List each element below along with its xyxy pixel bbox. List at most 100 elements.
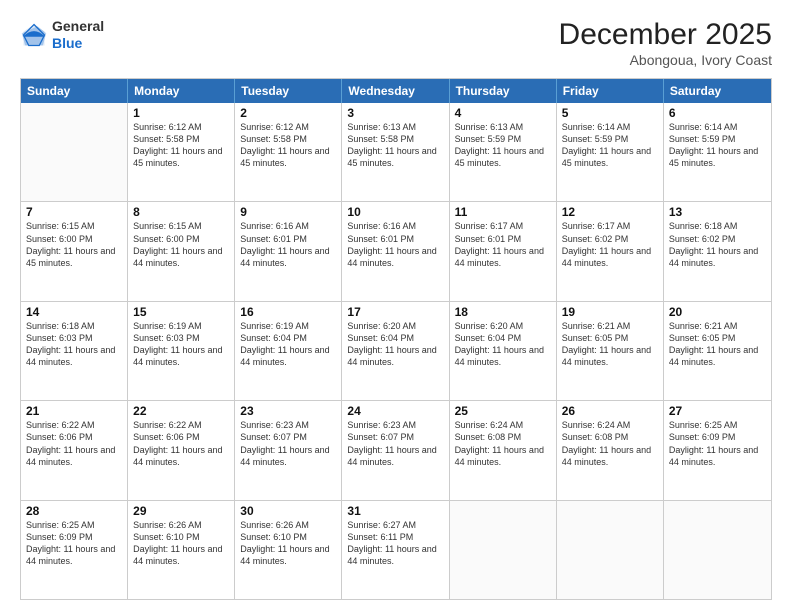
day-header-monday: Monday bbox=[128, 79, 235, 103]
cal-cell-0-5: 5Sunrise: 6:14 AM Sunset: 5:59 PM Daylig… bbox=[557, 103, 664, 201]
cal-cell-3-0: 21Sunrise: 6:22 AM Sunset: 6:06 PM Dayli… bbox=[21, 401, 128, 499]
cell-info: Sunrise: 6:21 AM Sunset: 6:05 PM Dayligh… bbox=[669, 320, 766, 369]
cell-info: Sunrise: 6:17 AM Sunset: 6:02 PM Dayligh… bbox=[562, 220, 658, 269]
cal-cell-4-0: 28Sunrise: 6:25 AM Sunset: 6:09 PM Dayli… bbox=[21, 501, 128, 599]
cal-cell-2-4: 18Sunrise: 6:20 AM Sunset: 6:04 PM Dayli… bbox=[450, 302, 557, 400]
day-number: 19 bbox=[562, 305, 658, 319]
cell-info: Sunrise: 6:23 AM Sunset: 6:07 PM Dayligh… bbox=[347, 419, 443, 468]
day-number: 7 bbox=[26, 205, 122, 219]
cell-info: Sunrise: 6:16 AM Sunset: 6:01 PM Dayligh… bbox=[240, 220, 336, 269]
page: General Blue December 2025 Abongoua, Ivo… bbox=[0, 0, 792, 612]
cell-info: Sunrise: 6:16 AM Sunset: 6:01 PM Dayligh… bbox=[347, 220, 443, 269]
cell-info: Sunrise: 6:25 AM Sunset: 6:09 PM Dayligh… bbox=[26, 519, 122, 568]
cal-cell-0-3: 3Sunrise: 6:13 AM Sunset: 5:58 PM Daylig… bbox=[342, 103, 449, 201]
day-number: 26 bbox=[562, 404, 658, 418]
cal-cell-1-0: 7Sunrise: 6:15 AM Sunset: 6:00 PM Daylig… bbox=[21, 202, 128, 300]
cell-info: Sunrise: 6:24 AM Sunset: 6:08 PM Dayligh… bbox=[562, 419, 658, 468]
cal-cell-3-5: 26Sunrise: 6:24 AM Sunset: 6:08 PM Dayli… bbox=[557, 401, 664, 499]
cal-cell-2-0: 14Sunrise: 6:18 AM Sunset: 6:03 PM Dayli… bbox=[21, 302, 128, 400]
cell-info: Sunrise: 6:14 AM Sunset: 5:59 PM Dayligh… bbox=[562, 121, 658, 170]
cell-info: Sunrise: 6:26 AM Sunset: 6:10 PM Dayligh… bbox=[240, 519, 336, 568]
calendar: Sunday Monday Tuesday Wednesday Thursday… bbox=[20, 78, 772, 600]
cell-info: Sunrise: 6:26 AM Sunset: 6:10 PM Dayligh… bbox=[133, 519, 229, 568]
cal-cell-3-6: 27Sunrise: 6:25 AM Sunset: 6:09 PM Dayli… bbox=[664, 401, 771, 499]
calendar-row-2: 14Sunrise: 6:18 AM Sunset: 6:03 PM Dayli… bbox=[21, 301, 771, 400]
logo-text: General Blue bbox=[52, 18, 104, 52]
cal-cell-4-3: 31Sunrise: 6:27 AM Sunset: 6:11 PM Dayli… bbox=[342, 501, 449, 599]
cal-cell-2-3: 17Sunrise: 6:20 AM Sunset: 6:04 PM Dayli… bbox=[342, 302, 449, 400]
day-number: 27 bbox=[669, 404, 766, 418]
header: General Blue December 2025 Abongoua, Ivo… bbox=[20, 18, 772, 68]
day-number: 16 bbox=[240, 305, 336, 319]
cell-info: Sunrise: 6:25 AM Sunset: 6:09 PM Dayligh… bbox=[669, 419, 766, 468]
cal-cell-3-2: 23Sunrise: 6:23 AM Sunset: 6:07 PM Dayli… bbox=[235, 401, 342, 499]
cal-cell-0-0 bbox=[21, 103, 128, 201]
cell-info: Sunrise: 6:22 AM Sunset: 6:06 PM Dayligh… bbox=[26, 419, 122, 468]
cal-cell-0-1: 1Sunrise: 6:12 AM Sunset: 5:58 PM Daylig… bbox=[128, 103, 235, 201]
day-header-friday: Friday bbox=[557, 79, 664, 103]
cal-cell-2-6: 20Sunrise: 6:21 AM Sunset: 6:05 PM Dayli… bbox=[664, 302, 771, 400]
cell-info: Sunrise: 6:18 AM Sunset: 6:02 PM Dayligh… bbox=[669, 220, 766, 269]
calendar-header: Sunday Monday Tuesday Wednesday Thursday… bbox=[21, 79, 771, 103]
cell-info: Sunrise: 6:14 AM Sunset: 5:59 PM Dayligh… bbox=[669, 121, 766, 170]
day-number: 5 bbox=[562, 106, 658, 120]
day-number: 22 bbox=[133, 404, 229, 418]
day-number: 3 bbox=[347, 106, 443, 120]
cal-cell-3-3: 24Sunrise: 6:23 AM Sunset: 6:07 PM Dayli… bbox=[342, 401, 449, 499]
cal-cell-1-2: 9Sunrise: 6:16 AM Sunset: 6:01 PM Daylig… bbox=[235, 202, 342, 300]
logo-icon bbox=[20, 21, 48, 49]
day-header-tuesday: Tuesday bbox=[235, 79, 342, 103]
cal-cell-0-2: 2Sunrise: 6:12 AM Sunset: 5:58 PM Daylig… bbox=[235, 103, 342, 201]
cell-info: Sunrise: 6:13 AM Sunset: 5:58 PM Dayligh… bbox=[347, 121, 443, 170]
cell-info: Sunrise: 6:19 AM Sunset: 6:03 PM Dayligh… bbox=[133, 320, 229, 369]
cell-info: Sunrise: 6:13 AM Sunset: 5:59 PM Dayligh… bbox=[455, 121, 551, 170]
calendar-row-1: 7Sunrise: 6:15 AM Sunset: 6:00 PM Daylig… bbox=[21, 201, 771, 300]
day-number: 18 bbox=[455, 305, 551, 319]
day-number: 24 bbox=[347, 404, 443, 418]
day-number: 29 bbox=[133, 504, 229, 518]
title-block: December 2025 Abongoua, Ivory Coast bbox=[559, 18, 772, 68]
cell-info: Sunrise: 6:23 AM Sunset: 6:07 PM Dayligh… bbox=[240, 419, 336, 468]
day-number: 15 bbox=[133, 305, 229, 319]
logo-blue: Blue bbox=[52, 35, 104, 52]
day-number: 6 bbox=[669, 106, 766, 120]
cell-info: Sunrise: 6:27 AM Sunset: 6:11 PM Dayligh… bbox=[347, 519, 443, 568]
day-number: 11 bbox=[455, 205, 551, 219]
cal-cell-1-3: 10Sunrise: 6:16 AM Sunset: 6:01 PM Dayli… bbox=[342, 202, 449, 300]
day-number: 8 bbox=[133, 205, 229, 219]
logo-general: General bbox=[52, 18, 104, 35]
cal-cell-4-4 bbox=[450, 501, 557, 599]
day-number: 21 bbox=[26, 404, 122, 418]
cal-cell-4-1: 29Sunrise: 6:26 AM Sunset: 6:10 PM Dayli… bbox=[128, 501, 235, 599]
day-number: 30 bbox=[240, 504, 336, 518]
day-number: 28 bbox=[26, 504, 122, 518]
day-number: 23 bbox=[240, 404, 336, 418]
cell-info: Sunrise: 6:15 AM Sunset: 6:00 PM Dayligh… bbox=[26, 220, 122, 269]
cell-info: Sunrise: 6:20 AM Sunset: 6:04 PM Dayligh… bbox=[347, 320, 443, 369]
calendar-row-4: 28Sunrise: 6:25 AM Sunset: 6:09 PM Dayli… bbox=[21, 500, 771, 599]
cal-cell-2-5: 19Sunrise: 6:21 AM Sunset: 6:05 PM Dayli… bbox=[557, 302, 664, 400]
cal-cell-1-6: 13Sunrise: 6:18 AM Sunset: 6:02 PM Dayli… bbox=[664, 202, 771, 300]
day-number: 14 bbox=[26, 305, 122, 319]
day-header-wednesday: Wednesday bbox=[342, 79, 449, 103]
cal-cell-2-2: 16Sunrise: 6:19 AM Sunset: 6:04 PM Dayli… bbox=[235, 302, 342, 400]
day-number: 2 bbox=[240, 106, 336, 120]
logo: General Blue bbox=[20, 18, 104, 52]
cal-cell-1-5: 12Sunrise: 6:17 AM Sunset: 6:02 PM Dayli… bbox=[557, 202, 664, 300]
cell-info: Sunrise: 6:12 AM Sunset: 5:58 PM Dayligh… bbox=[133, 121, 229, 170]
cell-info: Sunrise: 6:17 AM Sunset: 6:01 PM Dayligh… bbox=[455, 220, 551, 269]
day-number: 31 bbox=[347, 504, 443, 518]
cell-info: Sunrise: 6:21 AM Sunset: 6:05 PM Dayligh… bbox=[562, 320, 658, 369]
cell-info: Sunrise: 6:18 AM Sunset: 6:03 PM Dayligh… bbox=[26, 320, 122, 369]
day-header-sunday: Sunday bbox=[21, 79, 128, 103]
location-subtitle: Abongoua, Ivory Coast bbox=[559, 52, 772, 68]
calendar-row-3: 21Sunrise: 6:22 AM Sunset: 6:06 PM Dayli… bbox=[21, 400, 771, 499]
calendar-row-0: 1Sunrise: 6:12 AM Sunset: 5:58 PM Daylig… bbox=[21, 103, 771, 201]
cal-cell-2-1: 15Sunrise: 6:19 AM Sunset: 6:03 PM Dayli… bbox=[128, 302, 235, 400]
cal-cell-3-4: 25Sunrise: 6:24 AM Sunset: 6:08 PM Dayli… bbox=[450, 401, 557, 499]
day-number: 9 bbox=[240, 205, 336, 219]
cal-cell-4-2: 30Sunrise: 6:26 AM Sunset: 6:10 PM Dayli… bbox=[235, 501, 342, 599]
day-header-thursday: Thursday bbox=[450, 79, 557, 103]
cal-cell-3-1: 22Sunrise: 6:22 AM Sunset: 6:06 PM Dayli… bbox=[128, 401, 235, 499]
cal-cell-1-4: 11Sunrise: 6:17 AM Sunset: 6:01 PM Dayli… bbox=[450, 202, 557, 300]
